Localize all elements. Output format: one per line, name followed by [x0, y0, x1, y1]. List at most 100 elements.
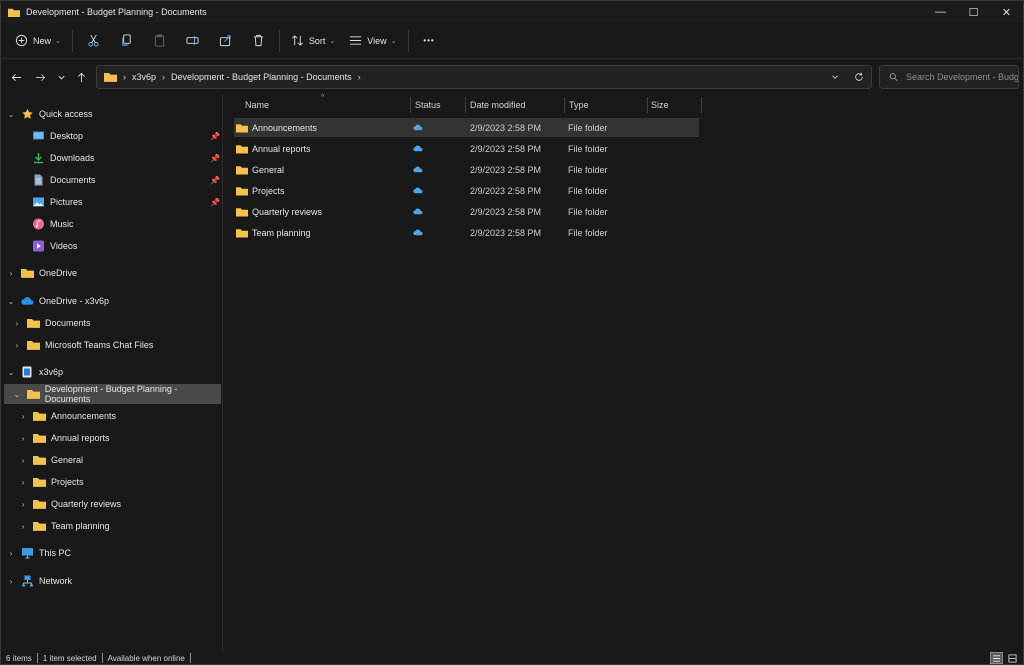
column-divider[interactable] — [701, 97, 702, 113]
sidebar-item-onedrive[interactable]: › OneDrive — [6, 263, 216, 283]
chevron-right-icon[interactable]: › — [18, 478, 28, 487]
sort-icon — [291, 35, 303, 46]
breadcrumb-library[interactable]: Development - Budget Planning - Document… — [171, 72, 352, 82]
back-button[interactable] — [6, 68, 26, 86]
column-divider[interactable] — [465, 97, 466, 113]
sidebar-item-team-planning[interactable]: › Team planning — [18, 516, 216, 536]
sidebar-item-desktop[interactable]: Desktop 📌 — [17, 126, 221, 146]
sidebar-item-projects[interactable]: › Projects — [18, 472, 216, 492]
clipboard-icon — [154, 34, 165, 47]
share-button[interactable] — [209, 28, 242, 54]
file-type: File folder — [568, 143, 608, 154]
sidebar-item-site[interactable]: ⌄ x3v6p — [6, 362, 216, 382]
file-date: 2/9/2023 2:58 PM — [470, 206, 542, 217]
new-button[interactable]: New ⌄ — [8, 28, 68, 54]
sidebar-item-onedrive-org[interactable]: ⌄ OneDrive - x3v6p — [6, 291, 216, 311]
details-view-button[interactable] — [990, 652, 1003, 664]
scissors-icon — [88, 34, 99, 47]
column-header-size[interactable]: Size — [651, 95, 701, 115]
address-history-button[interactable] — [823, 66, 847, 88]
sharepoint-site-icon — [21, 366, 34, 378]
chevron-down-icon[interactable]: ⌄ — [6, 368, 16, 377]
sidebar-item-library[interactable]: ⌄ Development - Budget Planning - Docume… — [4, 384, 221, 404]
view-list-icon — [350, 36, 362, 45]
folder-icon — [27, 317, 40, 329]
chevron-right-icon[interactable]: › — [12, 341, 22, 350]
column-header-name[interactable]: Name — [245, 95, 405, 115]
document-icon — [32, 174, 45, 186]
chevron-right-icon[interactable]: › — [6, 577, 16, 586]
minimize-button[interactable]: — — [924, 1, 957, 23]
sidebar-item-teams-chat-files[interactable]: › Microsoft Teams Chat Files — [12, 335, 216, 355]
sidebar-item-downloads[interactable]: Downloads 📌 — [17, 148, 221, 168]
sidebar-item-org-documents[interactable]: › Documents — [12, 313, 216, 333]
sidebar-item-quarterly-reviews[interactable]: › Quarterly reviews — [18, 494, 216, 514]
refresh-button[interactable] — [847, 66, 871, 88]
sidebar-item-label: Microsoft Teams Chat Files — [45, 340, 154, 350]
table-row[interactable]: Announcements 2/9/2023 2:58 PM File fold… — [234, 118, 699, 137]
forward-button[interactable] — [30, 68, 50, 86]
chevron-down-icon: ⌄ — [329, 37, 336, 45]
chevron-down-icon[interactable]: ⌄ — [6, 110, 16, 119]
table-row[interactable]: Quarterly reviews 2/9/2023 2:58 PM File … — [234, 202, 699, 221]
sidebar-item-videos[interactable]: Videos — [17, 236, 221, 256]
sidebar-item-network[interactable]: › Network — [6, 571, 216, 591]
close-button[interactable]: ✕ — [990, 1, 1023, 23]
recent-locations-button[interactable] — [51, 68, 71, 86]
column-divider[interactable] — [647, 97, 648, 113]
address-bar[interactable]: › x3v6p › Development - Budget Planning … — [96, 65, 872, 89]
chevron-down-icon[interactable]: ⌄ — [12, 390, 22, 399]
search-box[interactable] — [879, 65, 1019, 89]
sidebar-item-announcements[interactable]: › Announcements — [18, 406, 216, 426]
sidebar-item-this-pc[interactable]: › This PC — [6, 543, 216, 563]
column-divider[interactable] — [410, 97, 411, 113]
toolbar-divider — [407, 29, 409, 52]
sidebar-item-documents[interactable]: Documents 📌 — [17, 170, 221, 190]
file-type: File folder — [568, 206, 608, 217]
chevron-right-icon[interactable]: › — [6, 549, 16, 558]
table-row[interactable]: Projects 2/9/2023 2:58 PM File folder — [234, 181, 699, 200]
video-icon — [32, 240, 45, 252]
sidebar-item-label: Downloads — [50, 153, 95, 163]
view-button[interactable]: View ⌄ — [342, 28, 403, 54]
sidebar-item-general[interactable]: › General — [18, 450, 216, 470]
column-header-status[interactable]: Status — [415, 95, 465, 115]
chevron-down-icon[interactable]: ⌄ — [6, 297, 16, 306]
chevron-down-icon — [832, 75, 838, 79]
chevron-right-icon[interactable]: › — [18, 500, 28, 509]
chevron-right-icon[interactable]: › — [18, 456, 28, 465]
delete-button[interactable] — [242, 28, 275, 54]
chevron-right-icon[interactable]: › — [18, 412, 28, 421]
sort-button[interactable]: Sort ⌄ — [284, 28, 342, 54]
chevron-right-icon[interactable]: › — [18, 434, 28, 443]
selection-count: 1 item selected — [42, 653, 97, 663]
copy-button[interactable] — [110, 28, 143, 54]
details-view-icon — [992, 654, 1001, 662]
chevron-right-icon[interactable]: › — [18, 522, 28, 531]
table-row[interactable]: General 2/9/2023 2:58 PM File folder — [234, 160, 699, 179]
search-input[interactable] — [906, 72, 1018, 82]
column-header-date-modified[interactable]: Date modified — [470, 95, 565, 115]
column-divider[interactable] — [564, 97, 565, 113]
folder-icon — [33, 410, 46, 422]
sidebar-item-annual-reports[interactable]: › Annual reports — [18, 428, 216, 448]
sidebar-item-label: Network — [39, 576, 73, 586]
sidebar-item-pictures[interactable]: Pictures 📌 — [17, 192, 221, 212]
chevron-right-icon[interactable]: › — [12, 319, 22, 328]
rename-button[interactable] — [176, 28, 209, 54]
tiles-view-button[interactable] — [1006, 652, 1019, 664]
maximize-button[interactable]: ☐ — [957, 1, 990, 23]
column-header-type[interactable]: Type — [569, 95, 647, 115]
up-button[interactable] — [71, 68, 91, 86]
picture-icon — [32, 196, 45, 208]
chevron-right-icon[interactable]: › — [6, 269, 16, 278]
sidebar-item-quick-access[interactable]: ⌄ Quick access — [6, 104, 216, 124]
more-options-button[interactable]: ••• — [413, 28, 446, 54]
table-row[interactable]: Annual reports 2/9/2023 2:58 PM File fol… — [234, 139, 699, 158]
table-row[interactable]: Team planning 2/9/2023 2:58 PM File fold… — [234, 223, 699, 242]
paste-button[interactable] — [143, 28, 176, 54]
cloud-icon — [413, 145, 423, 151]
cut-button[interactable] — [77, 28, 110, 54]
sidebar-item-music[interactable]: Music — [17, 214, 221, 234]
breadcrumb-site[interactable]: x3v6p — [132, 72, 156, 82]
